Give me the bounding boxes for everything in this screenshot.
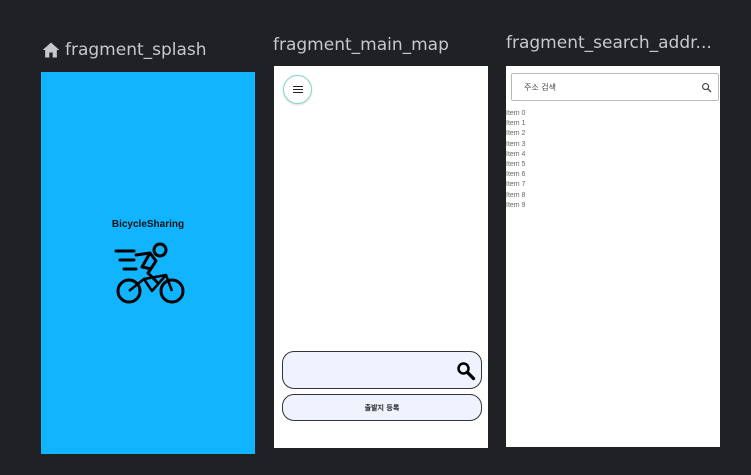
search-address-fragment-title: fragment_search_addr... [506, 33, 712, 53]
magnifier-icon[interactable] [701, 82, 712, 93]
app-name: BicycleSharing [111, 219, 185, 230]
list-item[interactable]: Item 4 [506, 150, 720, 160]
splash-fragment-title-text: fragment_splash [65, 40, 207, 60]
list-item[interactable]: Item 9 [506, 201, 720, 211]
cyclist-icon [114, 242, 185, 304]
magnifier-icon[interactable] [456, 361, 476, 381]
main-map-screen[interactable]: 출발지 등록 [274, 66, 488, 448]
register-departure-button[interactable]: 출발지 등록 [282, 394, 482, 421]
list-item[interactable]: Item 7 [506, 180, 720, 190]
list-item[interactable]: Item 1 [506, 119, 720, 129]
main-map-fragment-title-text: fragment_main_map [273, 35, 449, 55]
main-map-fragment-title: fragment_main_map [273, 35, 449, 55]
address-search-placeholder: 주소 검색 [524, 83, 556, 92]
hamburger-menu-icon [292, 85, 303, 94]
home-icon [42, 42, 60, 58]
list-item[interactable]: Item 6 [506, 170, 720, 180]
search-address-screen[interactable]: 주소 검색 Item 0 Item 1 Item 2 Item 3 Item 4… [506, 66, 720, 447]
address-result-list: Item 0 Item 1 Item 2 Item 3 Item 4 Item … [506, 109, 720, 211]
menu-button[interactable] [283, 75, 312, 104]
list-item[interactable]: Item 3 [506, 140, 720, 150]
list-item[interactable]: Item 2 [506, 129, 720, 139]
search-address-fragment-title-text: fragment_search_addr... [506, 33, 712, 53]
list-item[interactable]: Item 5 [506, 160, 720, 170]
map-search-box[interactable] [282, 351, 482, 389]
splash-screen[interactable]: BicycleSharing [41, 72, 255, 454]
address-search-input[interactable]: 주소 검색 [511, 73, 719, 101]
list-item[interactable]: Item 0 [506, 109, 720, 119]
list-item[interactable]: Item 8 [506, 191, 720, 201]
splash-fragment-title: fragment_splash [41, 40, 207, 60]
